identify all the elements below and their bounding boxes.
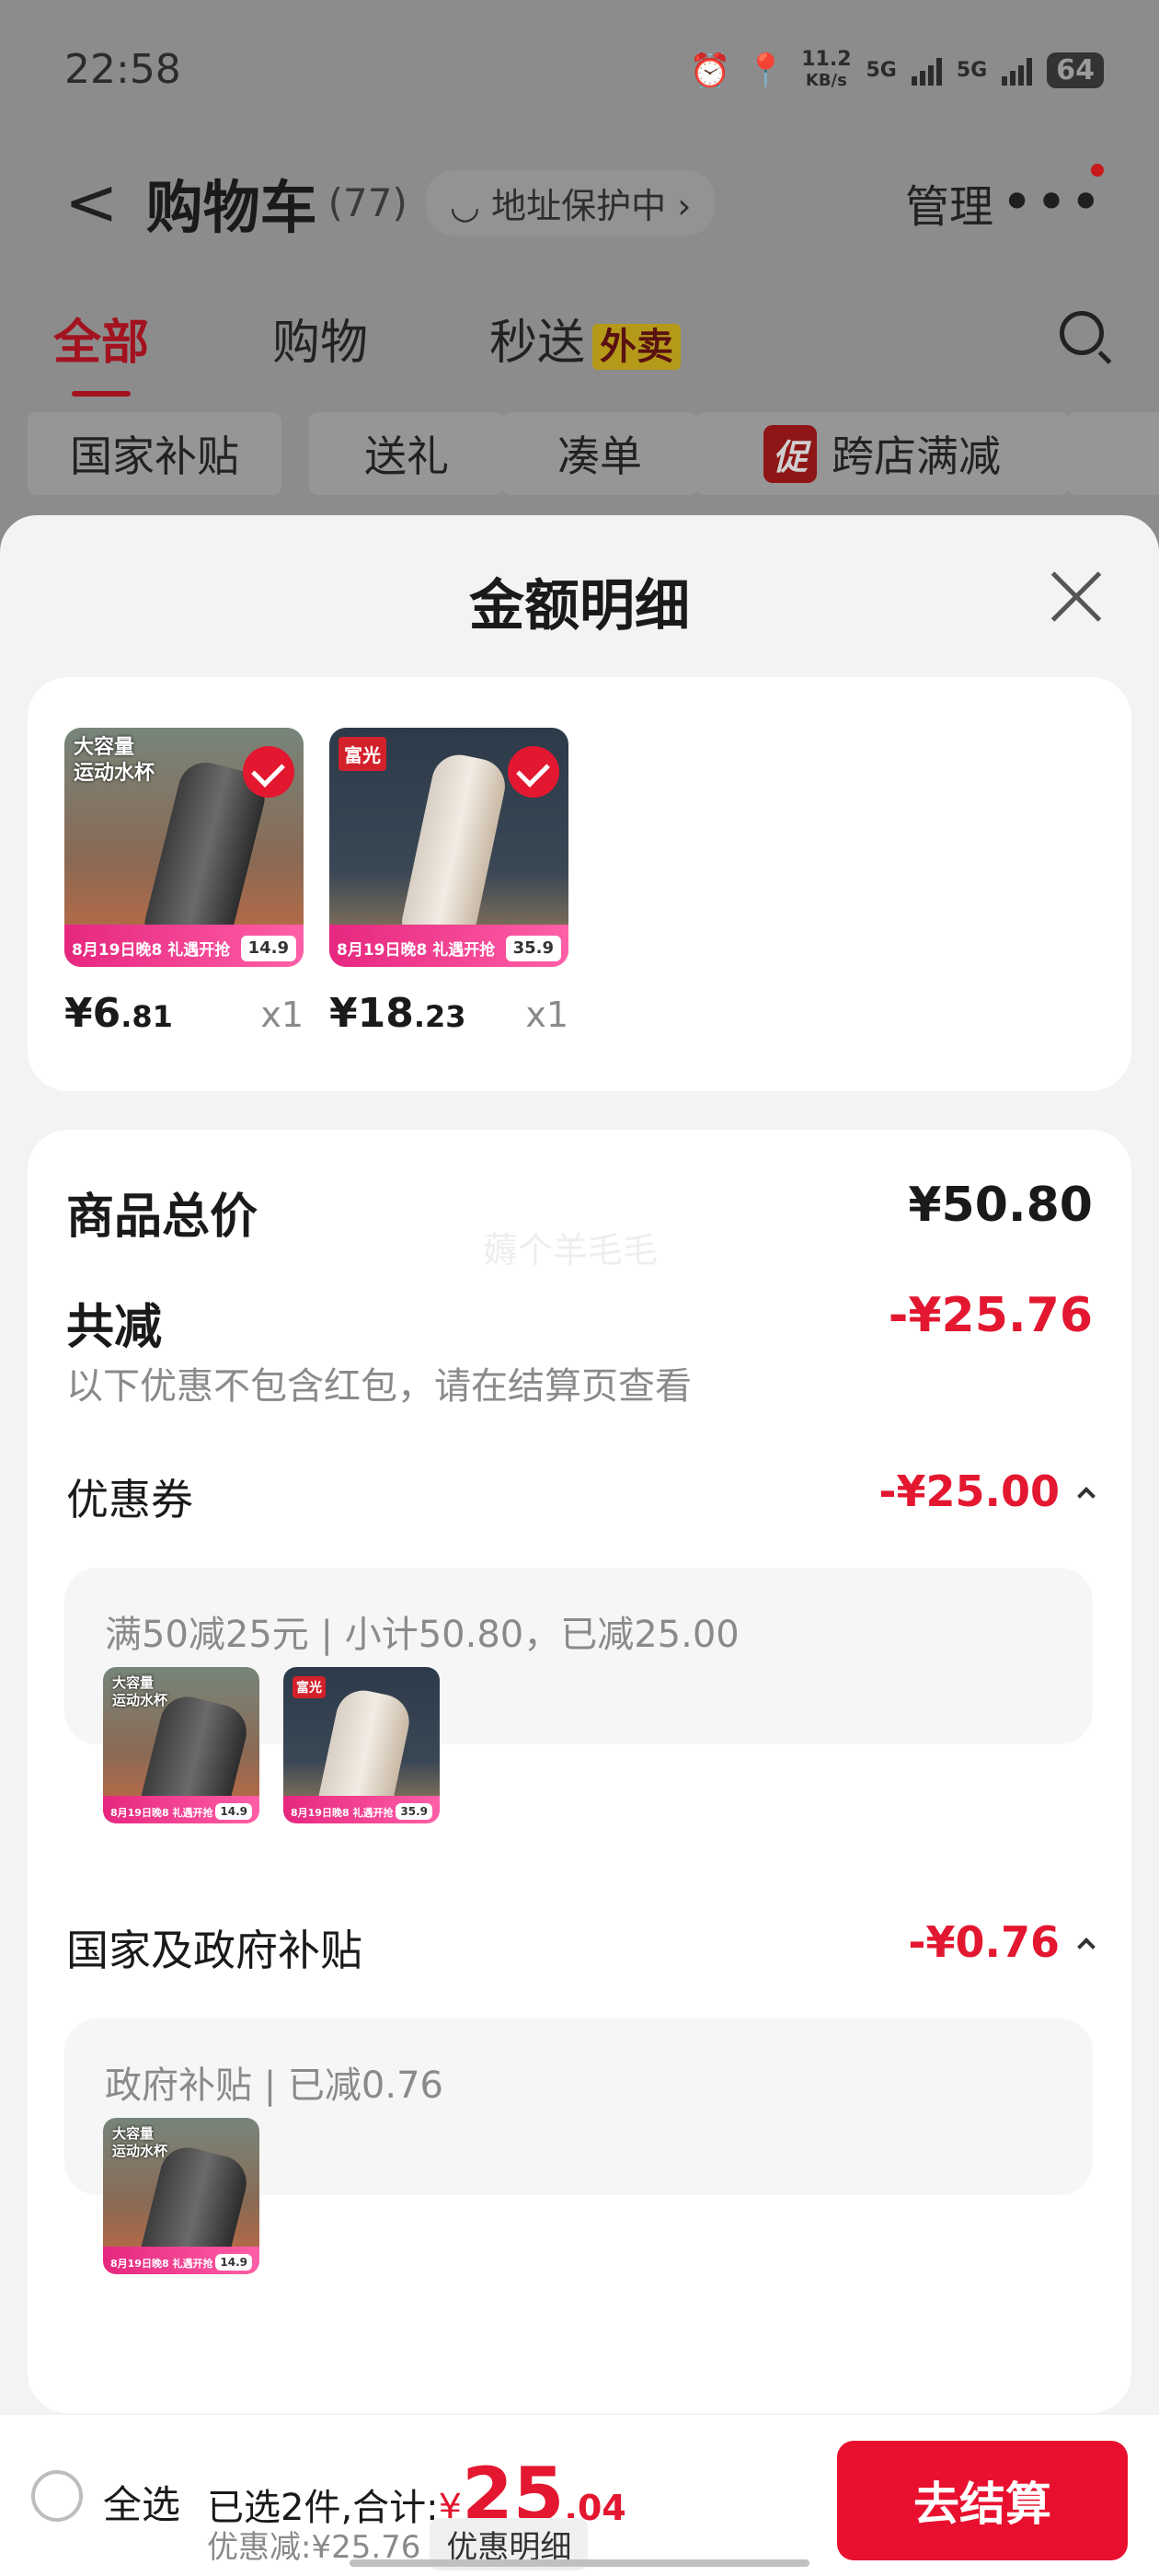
subsidy-product-thumb: 大容量 运动水杯 8月19日晚8 礼遇开抢 14.9 [103,2118,259,2274]
coupon-value: -¥25.00 [878,1466,1096,1516]
reduce-label: 共减 [66,1300,163,1355]
signal-1-icon [911,56,942,86]
signal-1-label: 5G [866,59,897,82]
promo-icon: 促 [763,424,817,483]
filter-chips: 国家补贴 送礼 凑单 促跨店满减 [28,412,1159,495]
brand-logo: 富光 [293,1676,326,1698]
product-image: 大容量 运动水杯 8月19日晚8 礼遇开抢 14.9 [103,1667,259,1823]
coupon-product-thumb: 大容量 运动水杯 8月19日晚8 礼遇开抢 14.9 [103,1667,259,1823]
location-icon: 📍 [745,52,787,90]
takeout-tag: 外卖 [592,324,682,370]
status-icons: ⏰ 📍 11.2 KB/s 5G 5G 64 [690,50,1104,91]
selected-check-icon [243,746,294,798]
product-image-title: 大容量 运动水杯 [74,736,155,785]
chip-add-on[interactable]: 凑单 [502,412,697,495]
coupon-product-thumb: 富光 8月19日晚8 礼遇开抢 35.9 [283,1667,440,1823]
chevron-up-icon[interactable] [1077,1487,1096,1505]
product-image-title: 大容量 运动水杯 [112,2125,168,2159]
search-icon[interactable] [1060,311,1104,355]
product-price: ¥6.81 [64,990,173,1037]
chip-national-subsidy[interactable]: 国家补贴 [28,412,281,495]
product-qty: x1 [525,995,568,1035]
net-speed: 11.2 KB/s [801,48,852,91]
brand-logo: 富光 [339,737,386,771]
banner-price: 35.9 [505,936,561,961]
chip-cross-store[interactable]: 促跨店满减 [695,412,1069,495]
select-all-radio[interactable] [31,2470,83,2522]
reduce-hint: 以下优惠不包含红包，请在结算页查看 [66,1365,692,1408]
total-row: 商品总价 ¥50.80 [66,1178,1093,1245]
checkout-button[interactable]: 去结算 [837,2441,1128,2560]
coupon-row[interactable]: 优惠券 -¥25.00 [66,1466,1096,1525]
checkout-bar: 全选 已选2件,合计:¥25.04 优惠减:¥25.76 优惠明细 去结算 [0,2415,1159,2576]
product-image: 富光 8月19日晚8 礼遇开抢 35.9 [283,1667,440,1823]
manage-button[interactable]: 管理 [905,170,993,235]
chevron-right-icon: › [666,185,692,226]
subsidy-label: 国家及政府补贴 [66,1926,362,1975]
reduce-value: -¥25.76 [888,1288,1093,1343]
banner-price: 35.9 [396,1803,432,1820]
back-icon[interactable]: < [64,165,119,240]
status-time: 22:58 [64,46,181,93]
product-card: 大容量 运动水杯 8月19日晚8 礼遇开抢 14.9 ¥6.81 x1 富光 8月… [28,677,1131,1091]
more-icon[interactable]: ••• [1001,170,1104,235]
coupon-label: 优惠券 [66,1475,193,1524]
tab-shopping[interactable]: 购物 [272,304,368,373]
tab-instant[interactable]: 秒送 外卖 [489,304,682,373]
cart-count: (77) [327,179,407,225]
total-value: ¥50.80 [908,1178,1093,1233]
status-bar: 22:58 ⏰ 📍 11.2 KB/s 5G 5G 64 [64,46,1104,101]
banner-price: 14.9 [215,2254,252,2271]
signal-2-icon [1002,56,1033,86]
tab-all[interactable]: 全部 [53,304,149,397]
address-protect-badge[interactable]: ◡ 地址保护中 › [425,169,716,236]
selected-check-icon [508,746,559,798]
product-item[interactable]: 富光 8月19日晚8 礼遇开抢 35.9 ¥18.23 x1 [329,728,568,1037]
chevron-up-icon[interactable] [1077,1938,1096,1956]
subsidy-row[interactable]: 国家及政府补贴 -¥0.76 [66,1917,1096,1976]
notification-dot [1091,164,1104,177]
subsidy-desc: 政府补贴 | 已减0.76 [105,2064,443,2107]
battery-icon: 64 [1047,52,1104,88]
product-image: 大容量 运动水杯 8月19日晚8 礼遇开抢 14.9 [64,728,304,967]
banner-price: 14.9 [215,1803,252,1820]
amount-breakdown-card: 薅个羊毛毛 商品总价 ¥50.80 共减 -¥25.76 以下优惠不包含红包，请… [28,1130,1131,2413]
signal-2-label: 5G [956,59,988,82]
product-image-title: 大容量 运动水杯 [112,1674,168,1708]
close-icon[interactable] [1049,569,1104,624]
product-price: ¥18.23 [329,990,466,1037]
alarm-icon: ⏰ [689,52,731,90]
cart-tabs: 全部 购物 秒送 外卖 [53,304,1104,397]
product-item[interactable]: 大容量 运动水杯 8月19日晚8 礼遇开抢 14.9 ¥6.81 x1 [64,728,304,1037]
banner-price: 14.9 [240,936,296,961]
reduce-row: 共减 -¥25.76 [66,1288,1093,1355]
product-qty: x1 [260,995,304,1035]
product-image: 富光 8月19日晚8 礼遇开抢 35.9 [329,728,568,967]
product-image: 大容量 运动水杯 8月19日晚8 礼遇开抢 14.9 [103,2118,259,2274]
amount-detail-sheet: 金额明细 大容量 运动水杯 8月19日晚8 礼遇开抢 14.9 ¥6.81 x1 … [0,515,1159,2576]
page-title: 购物车 [145,174,317,241]
chip-gift[interactable]: 送礼 [309,412,504,495]
shield-icon: ◡ [449,185,492,226]
home-indicator [350,2559,809,2567]
cart-header: < 购物车 (77) ◡ 地址保护中 › 管理 ••• [64,156,1104,248]
select-all-label[interactable]: 全选 [103,2474,180,2530]
cart-page-background: 22:58 ⏰ 📍 11.2 KB/s 5G 5G 64 < 购物车 (77) … [0,0,1159,570]
chip-more[interactable] [1067,412,1159,495]
coupon-desc: 满50减25元 | 小计50.80，已减25.00 [105,1614,740,1656]
sheet-title: 金额明细 [469,574,690,638]
total-label: 商品总价 [66,1190,258,1245]
subsidy-value: -¥0.76 [908,1917,1096,1967]
